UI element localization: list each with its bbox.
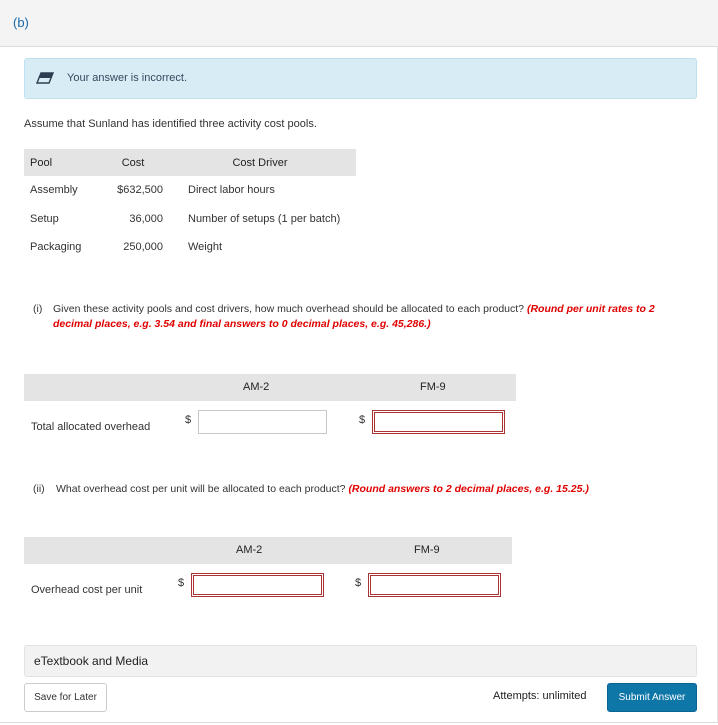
pool-driver: Direct labor hours	[188, 184, 275, 197]
pool-cost: 250,000	[123, 241, 163, 254]
cost-per-unit-am2-input[interactable]	[191, 573, 324, 597]
question-text: What overhead cost per unit will be allo…	[56, 483, 346, 495]
pool-cost: 36,000	[129, 212, 163, 225]
currency-symbol: $	[355, 577, 362, 589]
currency-symbol: $	[185, 414, 192, 426]
pool-driver: Weight	[188, 241, 223, 254]
part-header: (b)	[0, 0, 718, 47]
divider	[0, 722, 718, 723]
pool-driver: Number of setups (1 per batch)	[188, 212, 341, 225]
table-header-row: Pool Cost Cost Driver	[24, 149, 356, 176]
pool-cost: $632,500	[117, 184, 163, 197]
feedback-banner: Your answer is incorrect.	[24, 58, 697, 99]
pool-name: Setup	[30, 212, 59, 225]
question-text: Given these activity pools and cost driv…	[53, 303, 525, 315]
feedback-message: Your answer is incorrect.	[67, 72, 188, 84]
table-row: Packaging 250,000 Weight	[24, 233, 356, 262]
question-i: (i) Given these activity pools and cost …	[33, 302, 693, 332]
column-header-am2: AM-2	[236, 544, 263, 556]
attempts-label: Attempts: unlimited	[493, 690, 587, 702]
etextbook-label: eTextbook and Media	[34, 654, 149, 668]
question-ii: (ii) What overhead cost per unit will be…	[33, 482, 693, 497]
question-number: (i)	[33, 303, 43, 315]
header-cost-driver: Cost Driver	[164, 149, 356, 176]
cost-pool-table: Pool Cost Cost Driver Assembly $632,500 …	[24, 149, 356, 262]
rounding-instruction: (Round answers to 2 decimal places, e.g.…	[348, 483, 589, 495]
submit-answer-button[interactable]: Submit Answer	[607, 683, 697, 712]
eraser-icon	[36, 72, 54, 84]
answer-table-header: AM-2 FM-9	[24, 537, 512, 564]
column-header-fm9: FM-9	[414, 544, 440, 556]
header-cost: Cost	[102, 149, 164, 176]
question-number: (ii)	[33, 483, 45, 495]
save-for-later-button[interactable]: Save for Later	[24, 683, 107, 712]
currency-symbol: $	[178, 577, 185, 589]
column-header-am2: AM-2	[243, 381, 270, 393]
etextbook-media-link[interactable]: eTextbook and Media	[24, 645, 697, 677]
table-row: Assembly $632,500 Direct labor hours	[24, 176, 356, 205]
part-label: (b)	[13, 15, 29, 30]
pool-name: Packaging	[30, 241, 82, 254]
header-pool: Pool	[24, 149, 102, 176]
row-label-total-allocated-overhead: Total allocated overhead	[31, 421, 151, 433]
total-overhead-am2-input[interactable]	[198, 410, 327, 434]
row-label-overhead-cost-per-unit: Overhead cost per unit	[31, 584, 143, 596]
table-row: Setup 36,000 Number of setups (1 per bat…	[24, 205, 356, 234]
intro-text: Assume that Sunland has identified three…	[24, 118, 317, 130]
cost-per-unit-fm9-input[interactable]	[368, 573, 501, 597]
column-header-fm9: FM-9	[420, 381, 446, 393]
currency-symbol: $	[359, 414, 366, 426]
total-overhead-fm9-input[interactable]	[372, 410, 505, 434]
answer-table-header: AM-2 FM-9	[24, 374, 516, 401]
pool-name: Assembly	[30, 184, 78, 197]
